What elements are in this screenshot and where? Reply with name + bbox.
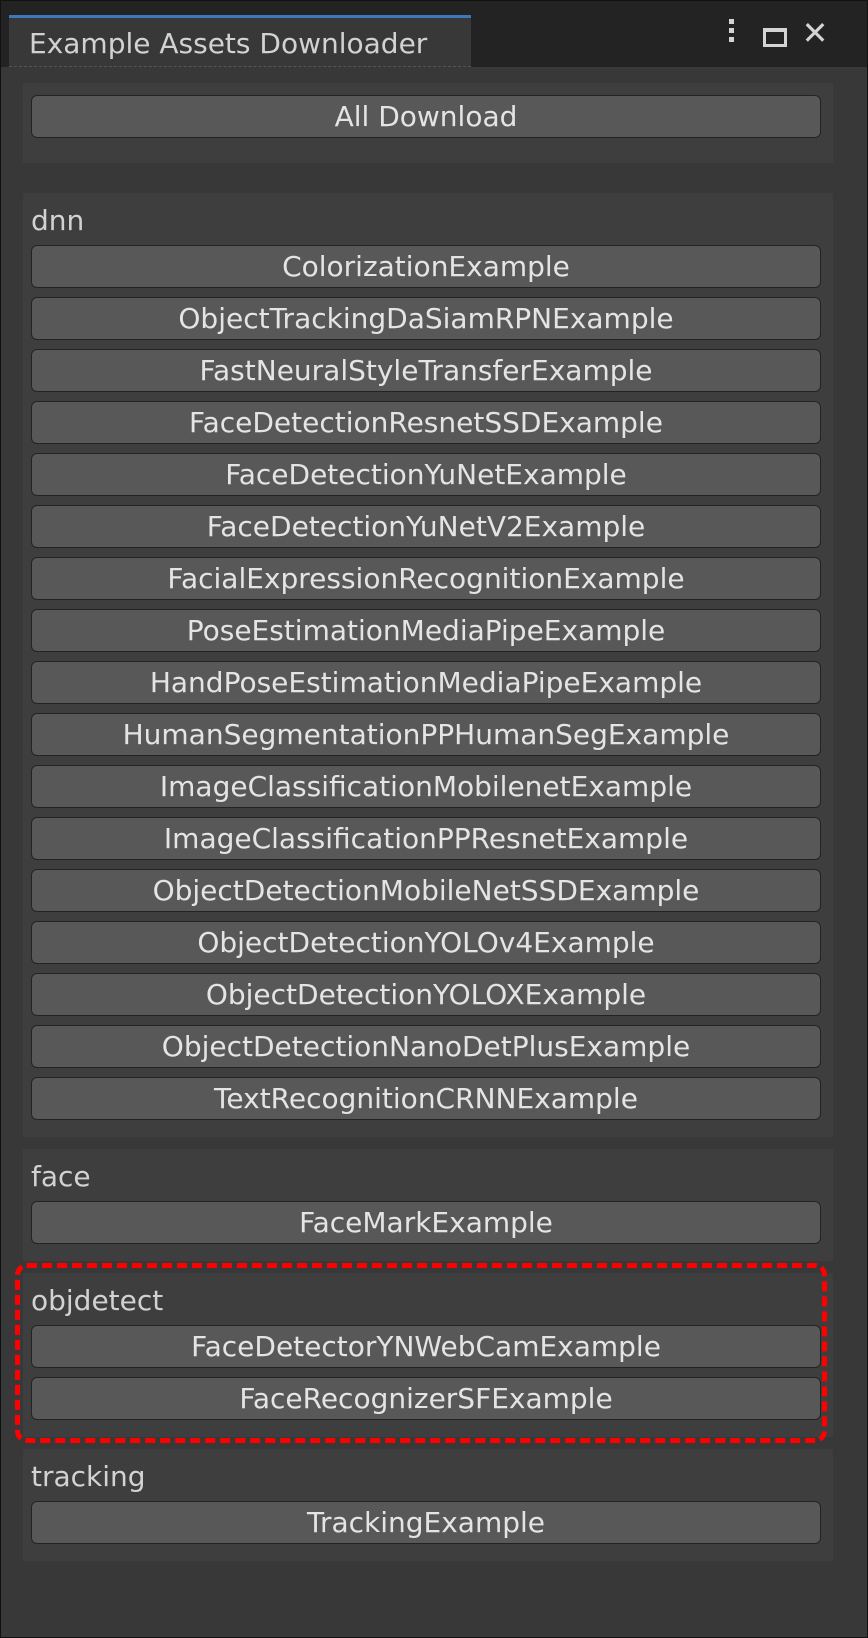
- image-classification-mobilenet-example-button[interactable]: ImageClassificationMobilenetExample: [31, 765, 821, 808]
- spacer: [23, 1437, 833, 1449]
- fast-neural-style-transfer-example-button[interactable]: FastNeuralStyleTransferExample: [31, 349, 821, 392]
- object-detection-nanodet-plus-example-button[interactable]: ObjectDetectionNanoDetPlusExample: [31, 1025, 821, 1068]
- object-tracking-dasiamrpn-example-button[interactable]: ObjectTrackingDaSiamRPNExample: [31, 297, 821, 340]
- face-recognizer-sf-example-button[interactable]: FaceRecognizerSFExample: [31, 1377, 821, 1420]
- section-label-tracking: tracking: [31, 1460, 146, 1493]
- section-label-dnn: dnn: [31, 204, 85, 237]
- spacer: [23, 163, 833, 193]
- title-bar: Example Assets Downloader ✕: [1, 1, 867, 67]
- downloader-content: All Download dnn ColorizationExample Obj…: [23, 83, 833, 1561]
- hand-pose-estimation-mediapipe-example-button[interactable]: HandPoseEstimationMediaPipeExample: [31, 661, 821, 704]
- pose-estimation-mediapipe-example-button[interactable]: PoseEstimationMediaPipeExample: [31, 609, 821, 652]
- window-title: Example Assets Downloader: [29, 27, 428, 60]
- face-mark-example-button[interactable]: FaceMarkExample: [31, 1201, 821, 1244]
- section-objdetect: objdetect FaceDetectorYNWebCamExample Fa…: [23, 1273, 833, 1437]
- section-label-face: face: [31, 1160, 91, 1193]
- colorization-example-button[interactable]: ColorizationExample: [31, 245, 821, 288]
- image-classification-ppresnet-example-button[interactable]: ImageClassificationPPResnetExample: [31, 817, 821, 860]
- spacer: [23, 1137, 833, 1149]
- human-segmentation-pphumanseg-example-button[interactable]: HumanSegmentationPPHumanSegExample: [31, 713, 821, 756]
- face-detection-resnet-ssd-example-button[interactable]: FaceDetectionResnetSSDExample: [31, 401, 821, 444]
- close-icon[interactable]: ✕: [799, 15, 831, 51]
- section-tracking: tracking TrackingExample: [23, 1449, 833, 1561]
- face-detection-yunet-v2-example-button[interactable]: FaceDetectionYuNetV2Example: [31, 505, 821, 548]
- text-recognition-crnn-example-button[interactable]: TextRecognitionCRNNExample: [31, 1077, 821, 1120]
- object-detection-yolox-example-button[interactable]: ObjectDetectionYOLOXExample: [31, 973, 821, 1016]
- window-tab[interactable]: Example Assets Downloader: [9, 15, 471, 67]
- section-label-objdetect: objdetect: [31, 1284, 164, 1317]
- spacer: [23, 1261, 833, 1273]
- all-download-section: All Download: [23, 83, 833, 163]
- face-detector-yn-webcam-example-button[interactable]: FaceDetectorYNWebCamExample: [31, 1325, 821, 1368]
- object-detection-yolov4-example-button[interactable]: ObjectDetectionYOLOv4Example: [31, 921, 821, 964]
- object-detection-mobilenet-ssd-example-button[interactable]: ObjectDetectionMobileNetSSDExample: [31, 869, 821, 912]
- section-dnn: dnn ColorizationExample ObjectTrackingDa…: [23, 193, 833, 1137]
- more-options-icon[interactable]: [721, 15, 741, 46]
- tracking-example-button[interactable]: TrackingExample: [31, 1501, 821, 1544]
- editor-window: Example Assets Downloader ✕ All Download…: [0, 0, 868, 1638]
- all-download-button[interactable]: All Download: [31, 95, 821, 138]
- face-detection-yunet-example-button[interactable]: FaceDetectionYuNetExample: [31, 453, 821, 496]
- maximize-icon[interactable]: [763, 28, 787, 47]
- facial-expression-recognition-example-button[interactable]: FacialExpressionRecognitionExample: [31, 557, 821, 600]
- section-face: face FaceMarkExample: [23, 1149, 833, 1261]
